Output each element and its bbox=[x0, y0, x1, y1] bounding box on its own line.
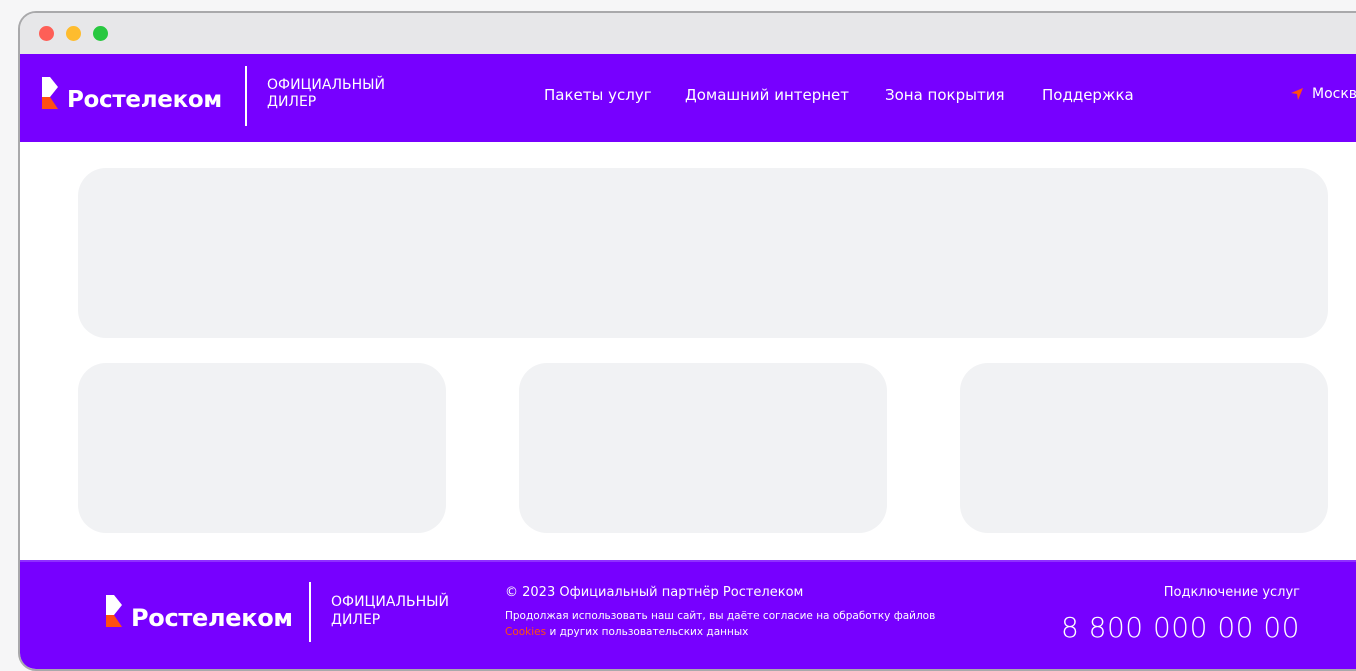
connect-services-label: Подключение услуг bbox=[1163, 585, 1300, 600]
copyright-text: © 2023 Официальный партнёр Ростелеком bbox=[505, 585, 804, 600]
card-placeholder-3 bbox=[960, 363, 1328, 533]
main-content bbox=[20, 142, 1356, 560]
nav-item-home-internet[interactable]: Домашний интернет bbox=[685, 86, 849, 104]
card-placeholder-2 bbox=[519, 363, 887, 533]
location-arrow-icon bbox=[1291, 88, 1303, 100]
close-window-button[interactable] bbox=[39, 26, 54, 41]
nav-item-support[interactable]: Поддержка bbox=[1042, 86, 1134, 104]
site-header: Ростелеком ОФИЦИАЛЬНЫЙ ДИЛЕР Пакеты услу… bbox=[20, 54, 1356, 142]
consent-text: Продолжая использовать наш сайт, вы даёт… bbox=[505, 610, 936, 622]
city-selector[interactable]: Москв bbox=[1290, 86, 1356, 102]
window-titlebar bbox=[20, 13, 1356, 54]
city-name: Москв bbox=[1312, 86, 1356, 102]
main-nav: Пакеты услуг Домашний интернет Зона покр… bbox=[20, 86, 1356, 108]
cookie-consent-text: Продолжая использовать наш сайт, вы даёт… bbox=[505, 608, 975, 640]
phone-number-link[interactable]: 8 800 000 00 00 bbox=[1061, 611, 1300, 644]
site-footer: Ростелеком ОФИЦИАЛЬНЫЙ ДИЛЕР © 2023 Офиц… bbox=[20, 560, 1356, 669]
footer-logo[interactable]: Ростелеком bbox=[103, 592, 293, 632]
cookies-link[interactable]: Cookies bbox=[505, 626, 546, 638]
maximize-window-button[interactable] bbox=[93, 26, 108, 41]
brand-name: Ростелеком bbox=[131, 604, 293, 632]
nav-item-packages[interactable]: Пакеты услуг bbox=[544, 86, 652, 104]
dealer-line-1: ОФИЦИАЛЬНЫЙ bbox=[331, 594, 449, 610]
consent-tail: и других пользовательских данных bbox=[549, 626, 749, 638]
official-dealer-label: ОФИЦИАЛЬНЫЙ ДИЛЕР bbox=[331, 593, 449, 629]
footer-divider bbox=[309, 582, 311, 642]
hero-placeholder bbox=[78, 168, 1328, 338]
rostelecom-logo-icon bbox=[106, 595, 122, 627]
card-placeholder-1 bbox=[78, 363, 446, 533]
minimize-window-button[interactable] bbox=[66, 26, 81, 41]
dealer-line-2: ДИЛЕР bbox=[331, 612, 381, 628]
nav-item-coverage[interactable]: Зона покрытия bbox=[885, 86, 1004, 104]
browser-window: Ростелеком ОФИЦИАЛЬНЫЙ ДИЛЕР Пакеты услу… bbox=[18, 11, 1356, 671]
